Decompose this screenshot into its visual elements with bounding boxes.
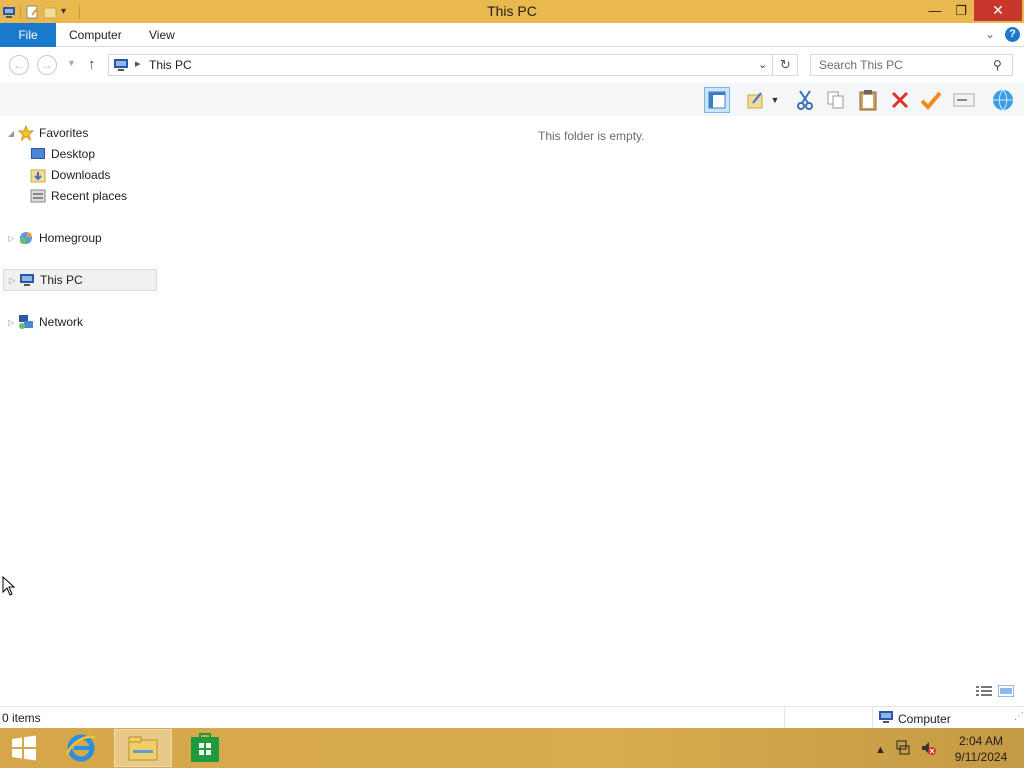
delete-icon[interactable] — [887, 87, 913, 113]
expand-arrow-icon[interactable]: ▷ — [8, 318, 18, 327]
navigation-pane-icon[interactable] — [704, 87, 730, 113]
address-row: ← → ▼ ↑ ▸ This PC ⌄ ↻ Search This PC ⚲ — [0, 48, 1024, 82]
clock-date: 9/11/2024 — [954, 750, 1008, 764]
file-explorer-icon — [128, 736, 158, 761]
system-tray: ▲ — [875, 740, 936, 759]
file-tab[interactable]: File — [0, 23, 56, 47]
close-button[interactable]: ✕ — [974, 0, 1022, 21]
dropdown-icon[interactable]: ▼ — [768, 87, 782, 113]
item-count: 0 items — [2, 711, 41, 725]
store-icon — [191, 733, 219, 762]
resize-grip-icon[interactable]: ⋰ — [1014, 711, 1024, 722]
clock-time: 2:04 AM — [958, 734, 1004, 748]
expand-arrow-icon[interactable]: ▷ — [8, 234, 18, 243]
computer-icon — [19, 272, 35, 288]
cut-icon[interactable] — [792, 87, 818, 113]
rename-icon[interactable] — [951, 87, 977, 113]
sidebar-item-label: Homegroup — [39, 231, 102, 245]
computer-icon — [113, 58, 129, 75]
sidebar-item-homegroup[interactable]: ▷ Homegroup — [8, 228, 102, 248]
sidebar-item-downloads[interactable]: Downloads — [30, 165, 110, 185]
sidebar-item-recent-places[interactable]: Recent places — [30, 186, 127, 206]
checkmark-icon[interactable] — [918, 87, 944, 113]
start-button[interactable] — [0, 729, 48, 767]
taskbar: ▲ 2:04 AM 9/11/2024 — [0, 728, 1024, 768]
sidebar-item-label: Favorites — [39, 126, 89, 140]
recent-places-icon — [30, 188, 46, 204]
sidebar-item-this-pc[interactable]: ▷ This PC — [3, 269, 157, 291]
expand-ribbon-icon[interactable]: ⌄ — [985, 27, 995, 41]
star-icon — [18, 125, 34, 141]
homegroup-icon — [18, 230, 34, 246]
maximize-button[interactable]: ❐ — [948, 0, 974, 21]
internet-explorer-icon — [65, 734, 96, 762]
search-input[interactable]: Search This PC ⚲ — [810, 54, 1013, 76]
tab-computer[interactable]: Computer — [69, 23, 122, 47]
clock[interactable]: 2:04 AM 9/11/2024 — [948, 733, 1014, 765]
store-taskbar-button[interactable] — [176, 729, 234, 767]
show-hidden-icons-icon[interactable]: ▲ — [875, 744, 886, 756]
copy-icon[interactable] — [823, 87, 849, 113]
window-title: This PC — [487, 3, 537, 19]
title-bar: ▾ This PC — ❐ ✕ — [0, 0, 1024, 23]
search-icon[interactable]: ⚲ — [993, 58, 1002, 72]
downloads-folder-icon — [30, 167, 46, 183]
sidebar-item-favorites[interactable]: ◢ Favorites — [8, 123, 88, 143]
folder-properties-icon[interactable] — [743, 87, 769, 113]
globe-icon[interactable] — [990, 87, 1016, 113]
ribbon-tabs: File Computer View ⌄ ? — [0, 23, 1024, 47]
tab-view[interactable]: View — [149, 23, 175, 47]
expand-arrow-icon[interactable]: ▷ — [9, 276, 19, 285]
breadcrumb[interactable]: This PC — [149, 58, 192, 72]
minimize-button[interactable]: — — [922, 0, 948, 21]
empty-folder-message: This folder is empty. — [538, 129, 645, 143]
volume-muted-icon[interactable] — [920, 740, 936, 759]
sidebar-item-label: This PC — [40, 273, 83, 287]
collapse-arrow-icon[interactable]: ◢ — [8, 129, 18, 138]
breadcrumb-separator-icon[interactable]: ▸ — [135, 57, 141, 70]
sidebar-item-label: Desktop — [51, 147, 96, 161]
paste-icon[interactable] — [855, 87, 881, 113]
back-button[interactable]: ← — [9, 55, 29, 75]
desktop-icon — [30, 146, 46, 162]
internet-explorer-taskbar-button[interactable] — [52, 729, 110, 767]
forward-button[interactable]: → — [37, 55, 57, 75]
details-view-icon[interactable] — [976, 685, 992, 697]
network-icon — [18, 314, 34, 330]
mouse-cursor-icon — [2, 575, 16, 599]
refresh-button[interactable]: ↻ — [774, 54, 798, 76]
status-location-label: Computer — [898, 711, 951, 726]
view-toggle — [976, 684, 1015, 698]
status-divider — [784, 707, 785, 729]
up-arrow-icon[interactable]: ↑ — [88, 56, 96, 73]
sidebar-item-label: Network — [39, 315, 84, 329]
address-dropdown-icon[interactable]: ⌄ — [758, 58, 767, 71]
command-toolbar: ▼ — [0, 83, 1024, 116]
help-icon[interactable]: ? — [1005, 27, 1020, 42]
search-placeholder: Search This PC — [819, 58, 903, 72]
sidebar-item-desktop[interactable]: Desktop — [30, 144, 95, 164]
computer-icon — [878, 710, 894, 727]
sidebar-item-label: Recent places — [51, 189, 128, 203]
navigation-pane: ◢ Favorites Desktop Downloads Recent pla… — [0, 117, 160, 702]
status-location: Computer — [878, 710, 951, 727]
sidebar-item-label: Downloads — [51, 168, 111, 182]
large-icons-view-icon[interactable] — [997, 684, 1015, 698]
network-status-icon[interactable] — [895, 740, 911, 759]
status-bar: 0 items Computer ⋰ — [0, 706, 1024, 729]
sidebar-item-network[interactable]: ▷ Network — [8, 312, 83, 332]
recent-locations-icon[interactable]: ▼ — [67, 58, 76, 68]
file-explorer-taskbar-button[interactable] — [114, 729, 172, 767]
status-divider — [872, 707, 873, 729]
address-bar[interactable]: ▸ This PC ⌄ — [108, 54, 773, 76]
windows-logo-icon — [12, 735, 36, 761]
